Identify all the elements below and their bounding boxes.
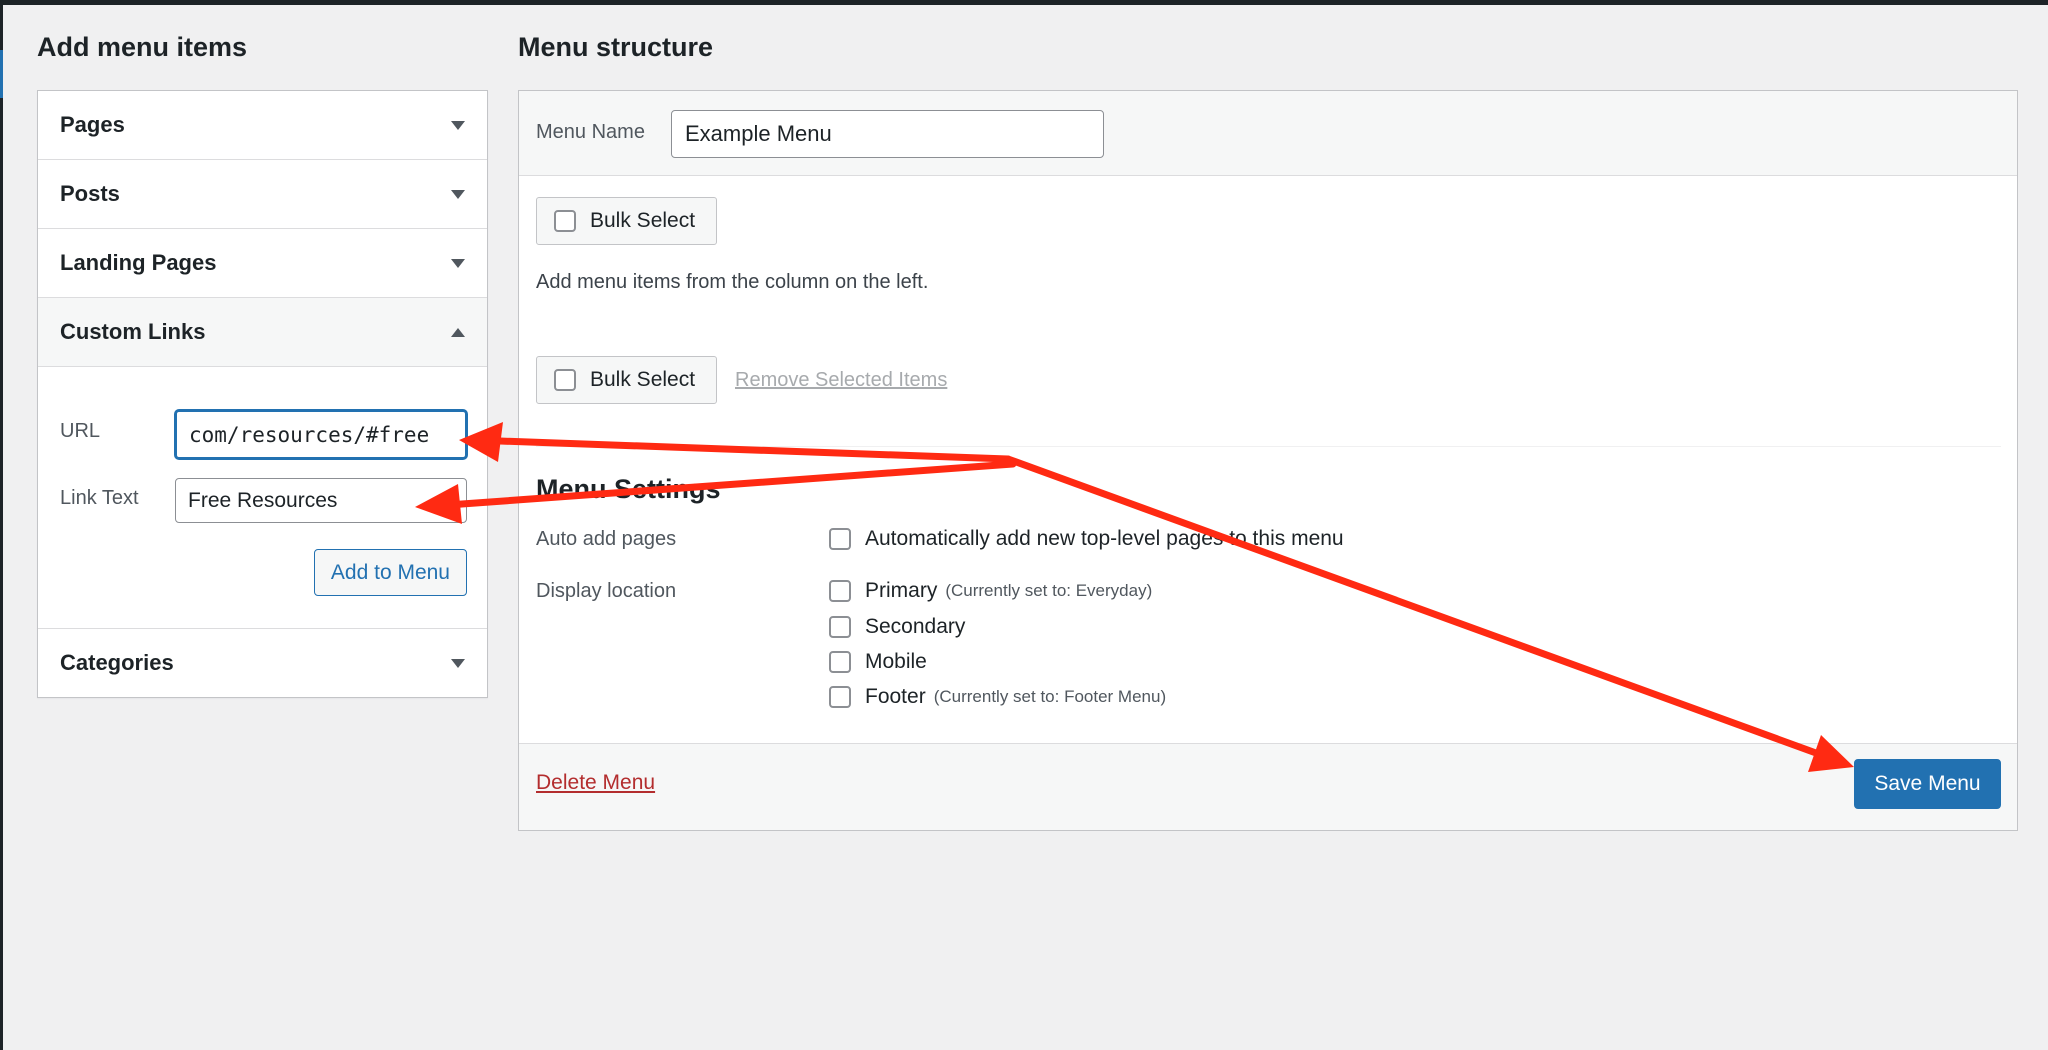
remove-selected-items-link[interactable]: Remove Selected Items xyxy=(735,369,947,392)
accordion-title: Pages xyxy=(60,112,125,137)
location-checkbox[interactable] xyxy=(829,616,851,638)
menu-instructions: Add menu items from the column on the le… xyxy=(536,271,929,293)
location-checkbox[interactable] xyxy=(829,580,851,602)
location-checkbox[interactable] xyxy=(829,686,851,708)
arrow-down-icon xyxy=(451,658,465,668)
arrow-down-icon xyxy=(451,189,465,199)
accordion-toggle-custom-links[interactable]: Custom Links xyxy=(38,298,487,367)
accordion-title: Custom Links xyxy=(60,319,206,344)
accordion-section-posts: Posts xyxy=(38,160,487,229)
accordion-section-pages: Pages xyxy=(38,91,487,160)
location-label: Mobile xyxy=(865,650,927,673)
auto-add-pages-label: Auto add pages xyxy=(536,528,677,550)
section-divider xyxy=(536,446,2001,447)
custom-links-body: URL com/resources/#free Link Text Free R… xyxy=(38,367,487,628)
location-note: (Currently set to: Footer Menu) xyxy=(933,687,1167,706)
accordion-title: Landing Pages xyxy=(60,250,217,275)
accordion-title: Posts xyxy=(60,181,120,206)
location-label: Secondary xyxy=(865,615,966,638)
menu-structure-panel: Menu Name Example Menu Bulk Select Add m… xyxy=(518,90,2018,831)
accordion-title: Categories xyxy=(60,650,174,675)
url-label: URL xyxy=(60,420,101,442)
add-menu-items-accordion: Pages Posts Landing Pages Custom Links U… xyxy=(37,90,488,698)
delete-menu-link[interactable]: Delete Menu xyxy=(536,771,655,795)
location-checkbox[interactable] xyxy=(829,651,851,673)
menu-settings-heading: Menu Settings xyxy=(536,474,721,504)
accordion-section-categories: Categories xyxy=(38,629,487,697)
arrow-up-icon xyxy=(451,327,465,337)
location-option-footer[interactable]: Footer (Currently set to: Footer Menu) xyxy=(829,685,1166,709)
admin-sidebar-edge xyxy=(0,5,3,1050)
menu-name-label: Menu Name xyxy=(536,121,645,143)
save-menu-button[interactable]: Save Menu xyxy=(1854,759,2001,809)
menu-name-bar: Menu Name Example Menu xyxy=(519,91,2017,176)
auto-add-pages-option[interactable]: Automatically add new top-level pages to… xyxy=(829,527,1344,551)
bulk-select-checkbox[interactable] xyxy=(554,369,576,391)
location-label: Primary xyxy=(865,579,938,602)
admin-top-bar xyxy=(0,0,2048,5)
link-text-label: Link Text xyxy=(60,487,139,509)
link-text-input[interactable]: Free Resources xyxy=(175,478,467,523)
menu-name-input[interactable]: Example Menu xyxy=(671,110,1104,158)
location-option-mobile[interactable]: Mobile xyxy=(829,650,927,674)
menu-structure-heading: Menu structure xyxy=(518,32,714,62)
add-to-menu-button[interactable]: Add to Menu xyxy=(313,549,467,596)
bulk-select-top[interactable]: Bulk Select xyxy=(536,197,717,245)
url-input[interactable]: com/resources/#free xyxy=(175,410,467,459)
arrow-down-icon xyxy=(451,258,465,268)
bulk-select-label: Bulk Select xyxy=(590,368,696,391)
display-location-label: Display location xyxy=(536,580,677,602)
arrow-down-icon xyxy=(451,120,465,130)
accordion-toggle-categories[interactable]: Categories xyxy=(38,629,487,697)
accordion-section-landing-pages: Landing Pages xyxy=(38,229,487,298)
add-menu-items-heading: Add menu items xyxy=(37,32,248,62)
location-option-primary[interactable]: Primary (Currently set to: Everyday) xyxy=(829,579,1152,603)
accordion-section-custom-links: Custom Links URL com/resources/#free Lin… xyxy=(38,298,487,629)
auto-add-checkbox[interactable] xyxy=(829,528,851,550)
accordion-toggle-pages[interactable]: Pages xyxy=(38,91,487,159)
bulk-select-checkbox[interactable] xyxy=(554,210,576,232)
menu-footer-bar: Delete Menu Save Menu xyxy=(519,743,2017,830)
location-option-secondary[interactable]: Secondary xyxy=(829,615,965,639)
accordion-toggle-posts[interactable]: Posts xyxy=(38,160,487,228)
bulk-select-bottom[interactable]: Bulk Select xyxy=(536,356,717,404)
auto-add-option-label: Automatically add new top-level pages to… xyxy=(865,527,1344,550)
location-note: (Currently set to: Everyday) xyxy=(945,581,1153,600)
bulk-select-label: Bulk Select xyxy=(590,209,696,232)
accordion-toggle-landing-pages[interactable]: Landing Pages xyxy=(38,229,487,297)
location-label: Footer xyxy=(865,685,926,708)
active-menu-indicator xyxy=(0,50,3,98)
